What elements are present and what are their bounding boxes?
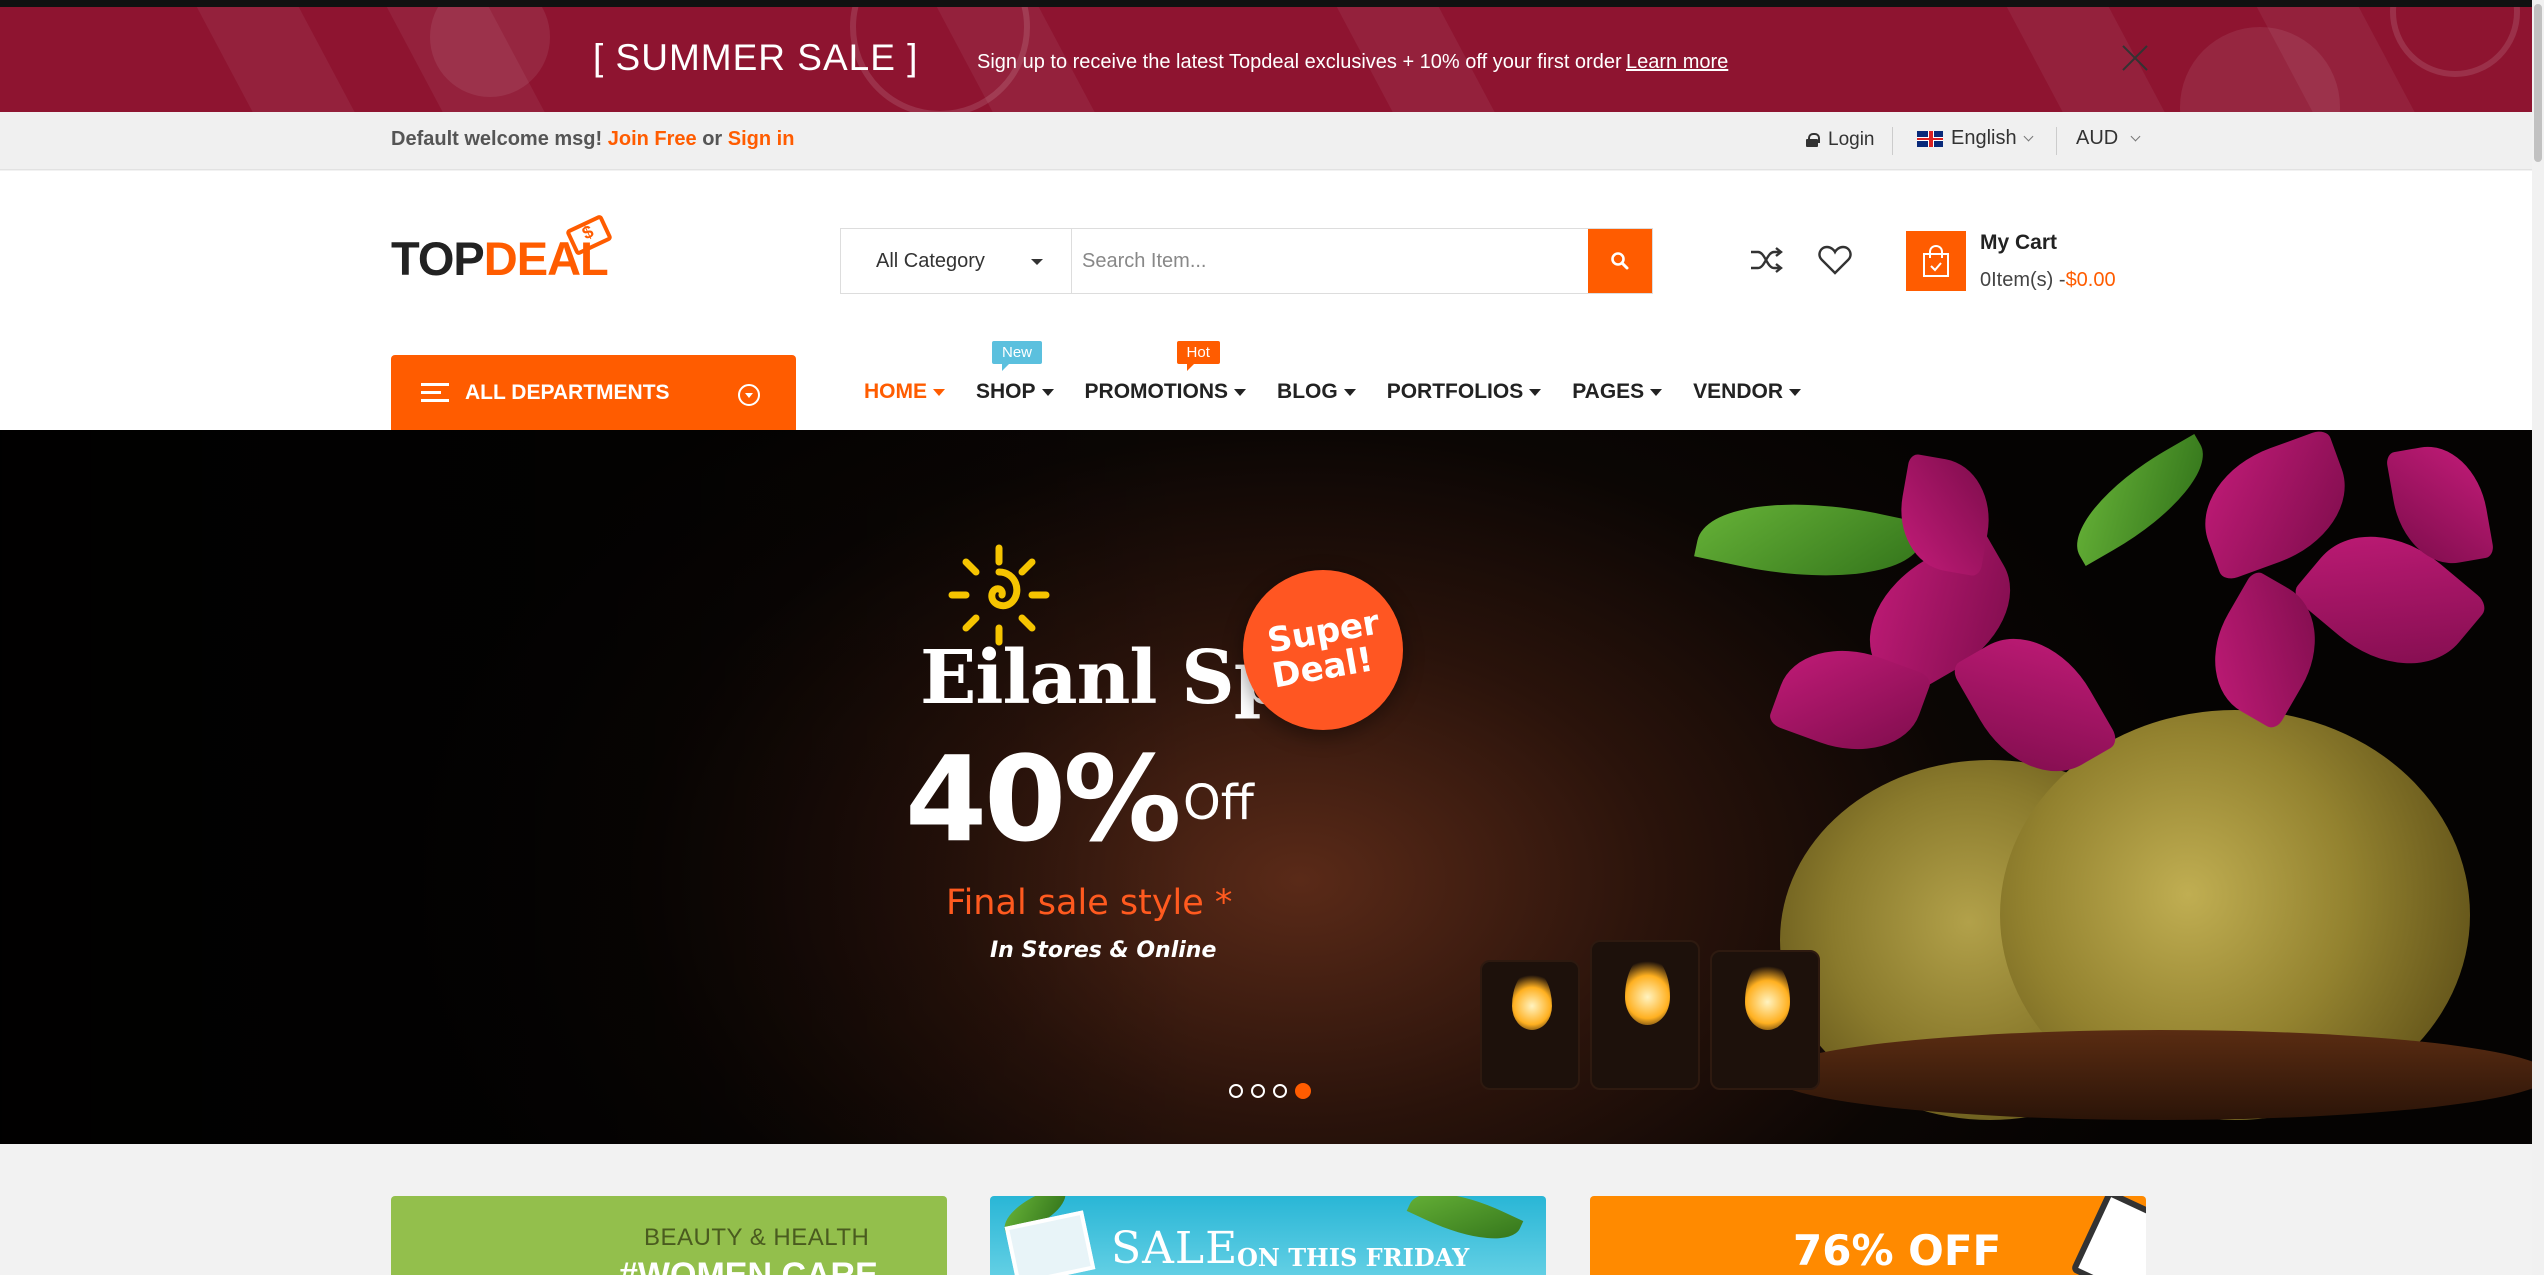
discount-percent: 40% bbox=[905, 730, 1181, 868]
scrollbar[interactable] bbox=[2532, 0, 2544, 1275]
promo-title: [ SUMMER SALE ] bbox=[593, 37, 919, 78]
heart-icon[interactable] bbox=[1814, 239, 1856, 281]
super-deal-badge: Super Deal! bbox=[1243, 570, 1403, 730]
nav-pages[interactable]: PAGES bbox=[1572, 380, 1663, 404]
close-icon[interactable] bbox=[2118, 41, 2152, 75]
banner-stripe bbox=[1994, 7, 2196, 112]
chevron-down-icon bbox=[2023, 131, 2034, 142]
cart-items: 0Item(s) - bbox=[1980, 269, 2066, 291]
nav-vendor[interactable]: VENDOR bbox=[1693, 380, 1802, 404]
caret-down-icon bbox=[1789, 388, 1802, 396]
sun-icon bbox=[948, 544, 1050, 646]
login-link[interactable]: Login bbox=[1806, 129, 1875, 151]
search-input[interactable] bbox=[1072, 229, 1588, 293]
currency-selector[interactable]: AUD bbox=[2076, 127, 2141, 150]
circle-chevron-down-icon bbox=[738, 384, 760, 406]
card-small-text: BEAUTY & HEALTH bbox=[644, 1224, 870, 1251]
slider-dot[interactable] bbox=[1251, 1084, 1265, 1098]
language-label: English bbox=[1951, 127, 2017, 149]
search-button[interactable] bbox=[1588, 229, 1652, 293]
category-select[interactable]: All Category bbox=[841, 229, 1072, 293]
hero-slider[interactable]: Eilanl Spa Super Deal! 40% Off Final sal… bbox=[0, 430, 2544, 1144]
nav-promotions[interactable]: Hot PROMOTIONS bbox=[1084, 341, 1247, 404]
nav-shop[interactable]: New SHOP bbox=[976, 341, 1054, 404]
nav-label: PAGES bbox=[1572, 380, 1645, 403]
leaf-image bbox=[2055, 434, 2225, 566]
welcome-message: Default welcome msg! Join Free or Sign i… bbox=[391, 128, 794, 151]
scrollbar-thumb[interactable] bbox=[2534, 4, 2542, 162]
sign-in-link[interactable]: Sign in bbox=[728, 128, 795, 150]
language-selector[interactable]: English bbox=[1917, 127, 2034, 150]
cart-button[interactable] bbox=[1906, 231, 1966, 291]
site-header: TOPDEAL All Category bbox=[0, 171, 2544, 431]
hot-badge: Hot bbox=[1176, 341, 1220, 371]
nav-label: PORTFOLIOS bbox=[1386, 380, 1524, 403]
slider-dot[interactable] bbox=[1295, 1083, 1311, 1099]
card-small-text: ON THIS FRIDAY bbox=[1237, 1243, 1470, 1272]
search-icon bbox=[1611, 252, 1629, 270]
nav-home[interactable]: HOME bbox=[864, 380, 945, 404]
slider-dots bbox=[1229, 1083, 1311, 1099]
banner-stripe bbox=[184, 7, 386, 112]
uk-flag-icon bbox=[1917, 130, 1943, 147]
promo-banner: [ SUMMER SALE ] Sign up to receive the l… bbox=[0, 0, 2544, 112]
divider bbox=[2056, 127, 2057, 155]
caret-down-icon bbox=[1343, 388, 1356, 396]
divider bbox=[1892, 127, 1893, 155]
search-bar: All Category bbox=[840, 228, 1653, 294]
main-nav: HOME New SHOP Hot PROMOTIONS BLOG PORTFO… bbox=[864, 341, 1802, 404]
nav-portfolios[interactable]: PORTFOLIOS bbox=[1387, 380, 1542, 404]
logo-top: TOP bbox=[391, 232, 485, 285]
slider-dot[interactable] bbox=[1273, 1084, 1287, 1098]
shopping-bag-icon bbox=[1923, 244, 1949, 277]
promo-card-beauty[interactable]: BEAUTY & HEALTH #WOMEN CARE bbox=[391, 1196, 947, 1275]
nav-label: VENDOR bbox=[1693, 380, 1784, 403]
discount-off: Off bbox=[1183, 775, 1254, 831]
caret-down-icon bbox=[1529, 388, 1542, 396]
cart-price: $0.00 bbox=[2065, 269, 2116, 291]
card-big-text: #WOMEN CARE bbox=[619, 1256, 878, 1275]
new-badge: New bbox=[992, 341, 1043, 371]
all-departments-button[interactable]: ALL DEPARTMENTS bbox=[391, 355, 796, 431]
leaf-image bbox=[1694, 478, 1926, 602]
menu-lines-icon bbox=[421, 382, 449, 404]
learn-more-link[interactable]: Learn more bbox=[1626, 51, 1728, 74]
nav-blog[interactable]: BLOG bbox=[1277, 380, 1356, 404]
nav-label: PROMOTIONS bbox=[1084, 380, 1229, 403]
nav-label: SHOP bbox=[976, 380, 1036, 403]
card-big-text: SALE bbox=[1111, 1223, 1239, 1274]
promo-text: Sign up to receive the latest Topdeal ex… bbox=[977, 51, 1622, 73]
slider-dot[interactable] bbox=[1229, 1084, 1243, 1098]
cart-summary: 0Item(s) -$0.00 bbox=[1980, 269, 2116, 292]
login-label: Login bbox=[1828, 129, 1875, 150]
nav-label: HOME bbox=[864, 380, 927, 403]
hero-subtitle: Final sale style * bbox=[946, 883, 1233, 923]
caret-down-icon bbox=[1650, 388, 1663, 396]
or-text: or bbox=[702, 128, 723, 150]
currency-label: AUD bbox=[2076, 127, 2119, 149]
lock-icon bbox=[1806, 133, 1820, 147]
caret-down-icon bbox=[933, 388, 945, 396]
chevron-down-icon bbox=[2130, 131, 2141, 142]
hero-tagline: In Stores & Online bbox=[990, 938, 1217, 963]
caret-down-icon bbox=[1234, 388, 1247, 396]
logo[interactable]: TOP DEAL bbox=[391, 213, 614, 286]
cart-title[interactable]: My Cart bbox=[1980, 231, 2057, 255]
banner-bubble bbox=[2390, 7, 2520, 77]
promo-card-sale[interactable]: SALE ON THIS FRIDAY bbox=[990, 1196, 1546, 1275]
departments-label: ALL DEPARTMENTS bbox=[465, 381, 670, 404]
tablet-image bbox=[2070, 1196, 2146, 1275]
welcome-text: Default welcome msg! bbox=[391, 128, 603, 150]
tray-image bbox=[1770, 1030, 2544, 1120]
nav-label: BLOG bbox=[1277, 380, 1338, 403]
promo-card-discount[interactable]: 76% OFF bbox=[1590, 1196, 2146, 1275]
join-free-link[interactable]: Join Free bbox=[608, 128, 697, 150]
compare-icon[interactable] bbox=[1745, 239, 1787, 281]
category-label: All Category bbox=[876, 249, 985, 272]
card-big-text: 76% OFF bbox=[1793, 1226, 2002, 1275]
caret-down-icon bbox=[1031, 259, 1043, 265]
caret-down-icon bbox=[1041, 388, 1054, 396]
top-bar: Default welcome msg! Join Free or Sign i… bbox=[0, 112, 2544, 170]
